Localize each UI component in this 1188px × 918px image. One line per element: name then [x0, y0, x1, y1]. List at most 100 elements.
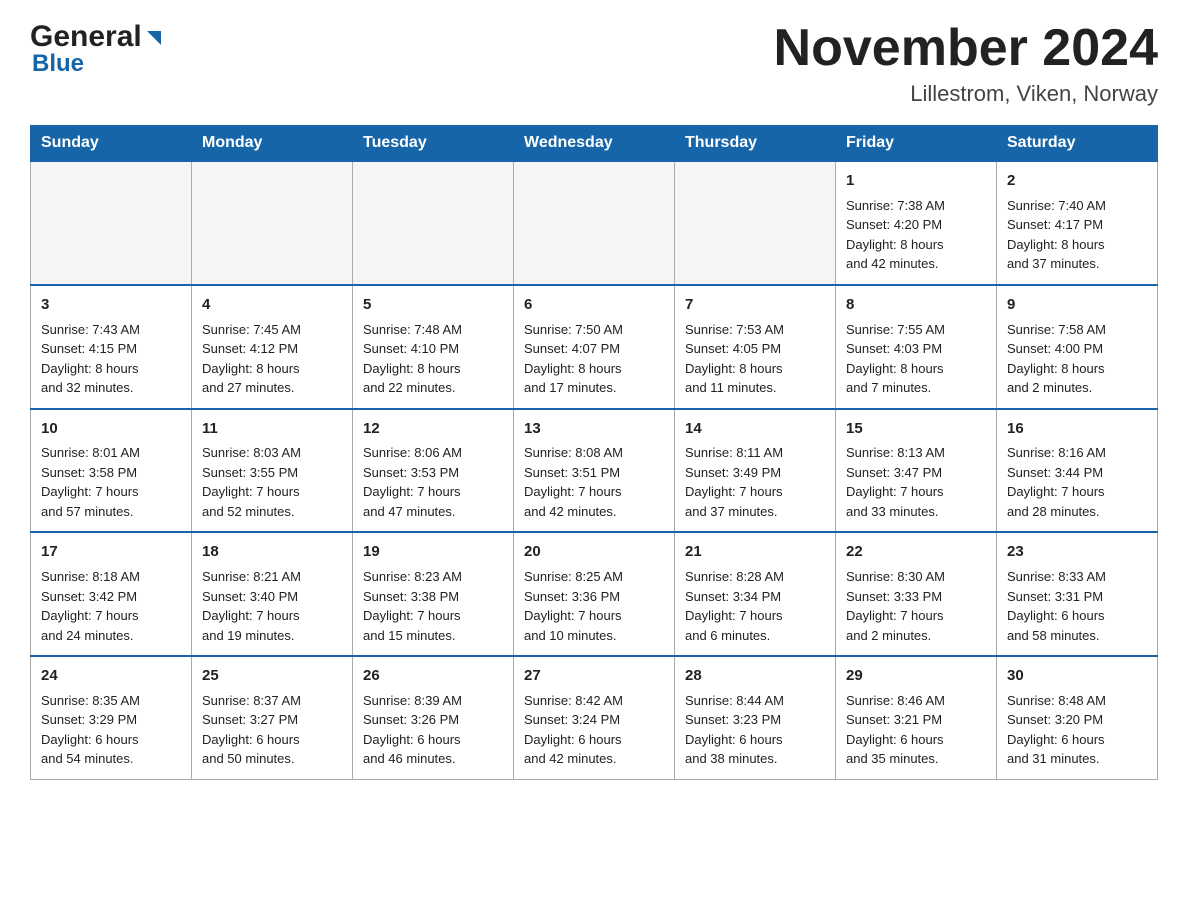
day-number: 20	[524, 541, 664, 563]
calendar-cell: 3 Sunrise: 7:43 AMSunset: 4:15 PMDaylight…	[31, 285, 192, 409]
day-number: 24	[41, 665, 181, 687]
calendar-cell: 7Sunrise: 7:53 AMSunset: 4:05 PMDaylight…	[675, 285, 836, 409]
day-info: Sunrise: 8:30 AMSunset: 3:33 PMDaylight:…	[846, 567, 986, 645]
day-info: Sunrise: 8:44 AMSunset: 3:23 PMDaylight:…	[685, 691, 825, 769]
calendar-cell: 5Sunrise: 7:48 AMSunset: 4:10 PMDaylight…	[353, 285, 514, 409]
day-info: Sunrise: 8:39 AMSunset: 3:26 PMDaylight:…	[363, 691, 503, 769]
calendar-cell: 4 Sunrise: 7:45 AMSunset: 4:12 PMDaylight…	[192, 285, 353, 409]
day-number: 11	[202, 418, 342, 440]
day-number: 29	[846, 665, 986, 687]
calendar-cell: 30 Sunrise: 8:48 AMSunset: 3:20 PMDayligh…	[997, 656, 1158, 779]
day-number: 8	[846, 294, 986, 316]
calendar-cell: 15 Sunrise: 8:13 AMSunset: 3:47 PMDayligh…	[836, 409, 997, 533]
calendar-cell: 16 Sunrise: 8:16 AMSunset: 3:44 PMDayligh…	[997, 409, 1158, 533]
calendar-cell: 29Sunrise: 8:46 AMSunset: 3:21 PMDayligh…	[836, 656, 997, 779]
day-number: 10	[41, 418, 181, 440]
day-info: Sunrise: 8:25 AMSunset: 3:36 PMDaylight:…	[524, 567, 664, 645]
calendar-cell: 21 Sunrise: 8:28 AMSunset: 3:34 PMDayligh…	[675, 532, 836, 656]
calendar-header-row: Sunday Monday Tuesday Wednesday Thursday…	[31, 126, 1158, 162]
week-row-5: 24 Sunrise: 8:35 AMSunset: 3:29 PMDayligh…	[31, 656, 1158, 779]
calendar-cell	[675, 161, 836, 285]
day-number: 28	[685, 665, 825, 687]
day-number: 3	[41, 294, 181, 316]
calendar-cell: 25Sunrise: 8:37 AMSunset: 3:27 PMDayligh…	[192, 656, 353, 779]
day-info: Sunrise: 8:48 AMSunset: 3:20 PMDaylight:…	[1007, 691, 1147, 769]
day-number: 12	[363, 418, 503, 440]
calendar-cell	[353, 161, 514, 285]
day-number: 19	[363, 541, 503, 563]
day-info: Sunrise: 7:45 AMSunset: 4:12 PMDaylight:…	[202, 320, 342, 398]
logo-blue: Blue	[32, 50, 165, 78]
calendar-cell	[514, 161, 675, 285]
day-info: Sunrise: 8:35 AMSunset: 3:29 PMDaylight:…	[41, 691, 181, 769]
calendar-cell: 10 Sunrise: 8:01 AMSunset: 3:58 PMDayligh…	[31, 409, 192, 533]
col-friday: Friday	[836, 126, 997, 162]
logo-arrow-icon	[143, 27, 165, 49]
calendar-cell: 24 Sunrise: 8:35 AMSunset: 3:29 PMDayligh…	[31, 656, 192, 779]
calendar-cell: 23Sunrise: 8:33 AMSunset: 3:31 PMDayligh…	[997, 532, 1158, 656]
day-info: Sunrise: 8:23 AMSunset: 3:38 PMDaylight:…	[363, 567, 503, 645]
col-monday: Monday	[192, 126, 353, 162]
col-tuesday: Tuesday	[353, 126, 514, 162]
day-info: Sunrise: 8:11 AMSunset: 3:49 PMDaylight:…	[685, 443, 825, 521]
day-info: Sunrise: 8:16 AMSunset: 3:44 PMDaylight:…	[1007, 443, 1147, 521]
day-number: 21	[685, 541, 825, 563]
logo: General Blue	[30, 20, 165, 78]
calendar-cell: 17 Sunrise: 8:18 AMSunset: 3:42 PMDayligh…	[31, 532, 192, 656]
day-info: Sunrise: 8:03 AMSunset: 3:55 PMDaylight:…	[202, 443, 342, 521]
col-sunday: Sunday	[31, 126, 192, 162]
day-info: Sunrise: 7:50 AMSunset: 4:07 PMDaylight:…	[524, 320, 664, 398]
day-info: Sunrise: 8:18 AMSunset: 3:42 PMDaylight:…	[41, 567, 181, 645]
day-info: Sunrise: 8:13 AMSunset: 3:47 PMDaylight:…	[846, 443, 986, 521]
calendar-table: Sunday Monday Tuesday Wednesday Thursday…	[30, 125, 1158, 780]
calendar-title: November 2024	[774, 20, 1158, 77]
calendar-cell: 28 Sunrise: 8:44 AMSunset: 3:23 PMDayligh…	[675, 656, 836, 779]
day-number: 18	[202, 541, 342, 563]
day-info: Sunrise: 8:08 AMSunset: 3:51 PMDaylight:…	[524, 443, 664, 521]
calendar-cell: 14 Sunrise: 8:11 AMSunset: 3:49 PMDayligh…	[675, 409, 836, 533]
day-info: Sunrise: 8:28 AMSunset: 3:34 PMDaylight:…	[685, 567, 825, 645]
calendar-subtitle: Lillestrom, Viken, Norway	[774, 81, 1158, 107]
day-info: Sunrise: 8:21 AMSunset: 3:40 PMDaylight:…	[202, 567, 342, 645]
calendar-cell: 6 Sunrise: 7:50 AMSunset: 4:07 PMDaylight…	[514, 285, 675, 409]
day-number: 14	[685, 418, 825, 440]
calendar-cell: 18 Sunrise: 8:21 AMSunset: 3:40 PMDayligh…	[192, 532, 353, 656]
col-thursday: Thursday	[675, 126, 836, 162]
calendar-cell	[192, 161, 353, 285]
day-number: 6	[524, 294, 664, 316]
logo-general: General	[30, 20, 142, 54]
day-number: 26	[363, 665, 503, 687]
col-saturday: Saturday	[997, 126, 1158, 162]
header: General Blue November 2024 Lillestrom, V…	[30, 20, 1158, 107]
col-wednesday: Wednesday	[514, 126, 675, 162]
day-number: 15	[846, 418, 986, 440]
calendar-cell: 1Sunrise: 7:38 AMSunset: 4:20 PMDaylight…	[836, 161, 997, 285]
calendar-cell: 26 Sunrise: 8:39 AMSunset: 3:26 PMDayligh…	[353, 656, 514, 779]
week-row-4: 17 Sunrise: 8:18 AMSunset: 3:42 PMDayligh…	[31, 532, 1158, 656]
day-info: Sunrise: 7:40 AMSunset: 4:17 PMDaylight:…	[1007, 196, 1147, 274]
week-row-2: 3 Sunrise: 7:43 AMSunset: 4:15 PMDaylight…	[31, 285, 1158, 409]
day-info: Sunrise: 7:43 AMSunset: 4:15 PMDaylight:…	[41, 320, 181, 398]
day-number: 30	[1007, 665, 1147, 687]
day-number: 2	[1007, 170, 1147, 192]
day-info: Sunrise: 7:55 AMSunset: 4:03 PMDaylight:…	[846, 320, 986, 398]
day-number: 16	[1007, 418, 1147, 440]
day-info: Sunrise: 8:01 AMSunset: 3:58 PMDaylight:…	[41, 443, 181, 521]
calendar-cell: 11 Sunrise: 8:03 AMSunset: 3:55 PMDayligh…	[192, 409, 353, 533]
week-row-1: 1Sunrise: 7:38 AMSunset: 4:20 PMDaylight…	[31, 161, 1158, 285]
day-number: 7	[685, 294, 825, 316]
day-info: Sunrise: 7:48 AMSunset: 4:10 PMDaylight:…	[363, 320, 503, 398]
day-number: 13	[524, 418, 664, 440]
day-number: 4	[202, 294, 342, 316]
calendar-cell: 27Sunrise: 8:42 AMSunset: 3:24 PMDayligh…	[514, 656, 675, 779]
day-number: 17	[41, 541, 181, 563]
calendar-cell: 9Sunrise: 7:58 AMSunset: 4:00 PMDaylight…	[997, 285, 1158, 409]
calendar-cell: 2 Sunrise: 7:40 AMSunset: 4:17 PMDaylight…	[997, 161, 1158, 285]
title-block: November 2024 Lillestrom, Viken, Norway	[774, 20, 1158, 107]
week-row-3: 10 Sunrise: 8:01 AMSunset: 3:58 PMDayligh…	[31, 409, 1158, 533]
day-info: Sunrise: 8:37 AMSunset: 3:27 PMDaylight:…	[202, 691, 342, 769]
day-number: 27	[524, 665, 664, 687]
calendar-cell	[31, 161, 192, 285]
calendar-cell: 12Sunrise: 8:06 AMSunset: 3:53 PMDayligh…	[353, 409, 514, 533]
day-number: 9	[1007, 294, 1147, 316]
